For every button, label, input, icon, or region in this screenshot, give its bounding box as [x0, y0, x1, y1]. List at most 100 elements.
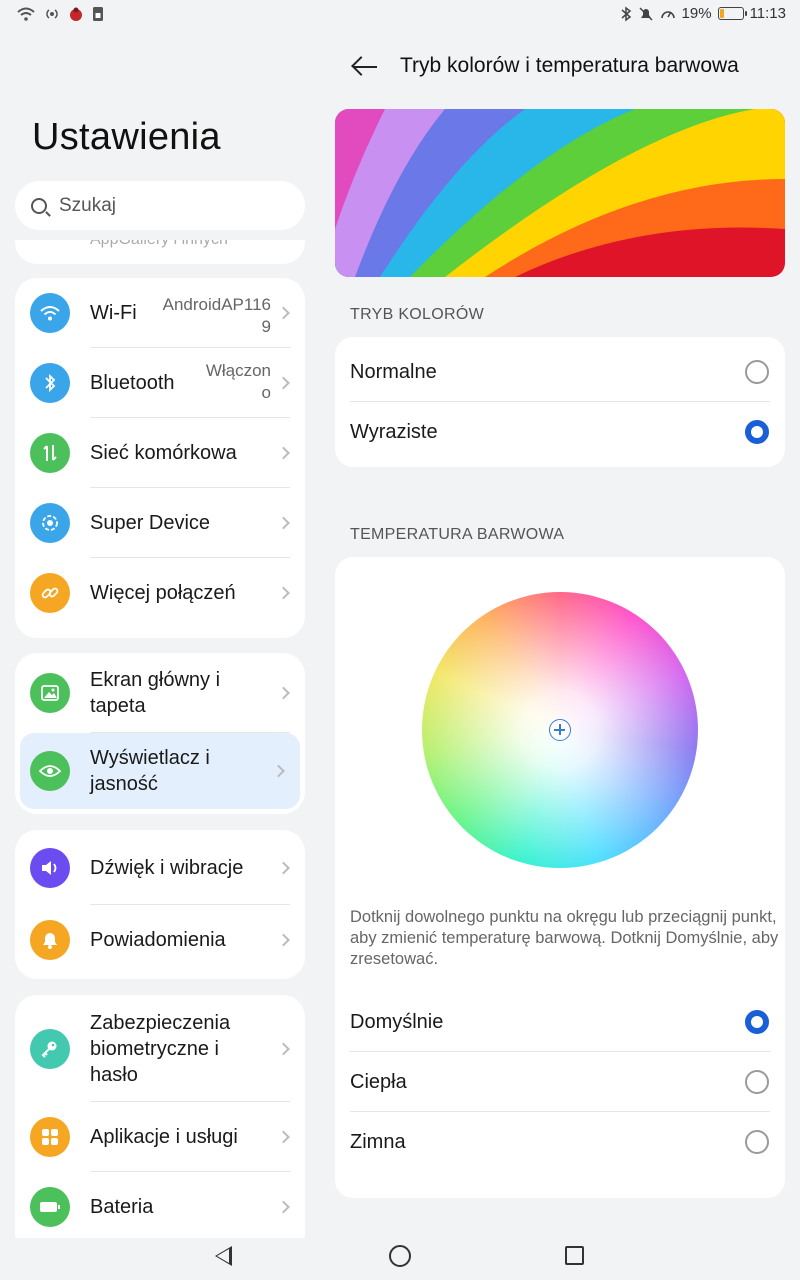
- settings-group-connectivity: Wi-Fi AndroidAP116 9 Bluetooth Włączon o S…: [15, 278, 305, 638]
- sidebar-item-label: Więcej połączeń: [90, 582, 236, 604]
- sidebar-item-mobile-network[interactable]: Sieć komórkowa: [15, 418, 305, 488]
- battery-icon: [30, 1187, 70, 1227]
- color-temperature-wheel[interactable]: [422, 592, 698, 868]
- sidebar-item-label: Dźwięk i wibracje: [90, 856, 244, 879]
- sidebar-item-sound[interactable]: Dźwięk i wibracje: [15, 830, 305, 905]
- list-item-partial[interactable]: AppGallery i innych: [15, 240, 305, 264]
- sidebar-item-label: Ekran główny i tapeta: [90, 667, 220, 719]
- navigation-bar: [0, 1238, 800, 1280]
- clock: 11:13: [749, 5, 786, 22]
- hotspot-icon: [46, 9, 58, 19]
- label-line: hasło: [90, 1063, 138, 1086]
- chevron-right-icon: [277, 446, 290, 460]
- settings-group-sound: Dźwięk i wibracje Powiadomienia: [15, 830, 305, 979]
- nav-recents-icon[interactable]: [565, 1246, 584, 1265]
- nav-home-icon[interactable]: [389, 1245, 411, 1267]
- color-mode-card: Normalne Wyraziste: [335, 337, 785, 467]
- search-icon: [31, 197, 47, 214]
- option-normal[interactable]: Normalne: [335, 342, 785, 402]
- label-line: Ekran główny i: [90, 669, 221, 691]
- page-title: Tryb kolorów i temperatura barwowa: [400, 54, 739, 77]
- page-title: Ustawienia: [32, 116, 221, 158]
- settings-group-security: Zabezpieczenia biometryczne i hasło Aplika…: [15, 995, 305, 1238]
- bluetooth-icon: [30, 363, 70, 403]
- mute-icon: [639, 6, 653, 21]
- detail-panel: Tryb kolorów i temperatura barwowa TRYB …: [320, 32, 800, 1238]
- back-button[interactable]: [350, 52, 380, 82]
- section-header-color-mode: TRYB KOLORÓW: [350, 306, 484, 323]
- sidebar-item-display-brightness[interactable]: Wyświetlacz i jasność: [20, 733, 300, 809]
- battery-percent: 19%: [681, 5, 712, 22]
- mobile-data-icon: [30, 433, 70, 473]
- chevron-right-icon: [277, 516, 290, 530]
- sidebar-item-notifications[interactable]: Powiadomienia: [15, 905, 305, 975]
- battery-icon: [717, 7, 747, 20]
- sidebar-item-super-device[interactable]: Super Device: [15, 488, 305, 558]
- chevron-right-icon: [277, 861, 290, 874]
- sidebar-item-label: Bluetooth: [90, 372, 175, 394]
- label-line: jasność: [90, 773, 158, 795]
- chevron-right-icon: [277, 1042, 290, 1055]
- settings-panel: Ustawienia Szukaj AppGallery i innych Wi…: [0, 32, 320, 1238]
- option-cool[interactable]: Zimna: [335, 1112, 785, 1172]
- radio-default[interactable]: [745, 1010, 769, 1034]
- sidebar-item-biometrics[interactable]: Zabezpieczenia biometryczne i hasło: [15, 995, 305, 1102]
- option-label: Normalne: [350, 360, 437, 383]
- label-line: biometryczne i: [90, 1037, 219, 1060]
- bluetooth-status-value: Włączon o: [206, 360, 271, 404]
- radio-warm[interactable]: [745, 1070, 769, 1094]
- option-default[interactable]: Domyślnie: [335, 992, 785, 1052]
- chevron-right-icon: [277, 1200, 290, 1214]
- settings-group-display: Ekran główny i tapeta Wyświetlacz i jasnoś…: [15, 653, 305, 814]
- crosshair-icon[interactable]: [549, 719, 571, 741]
- sidebar-item-bluetooth[interactable]: Bluetooth Włączon o: [15, 348, 305, 418]
- sidebar-item-wifi[interactable]: Wi-Fi AndroidAP116 9: [15, 278, 305, 348]
- label-line: Zabezpieczenia: [90, 1011, 231, 1034]
- wifi-icon: [30, 293, 70, 333]
- wifi-icon: [17, 7, 35, 21]
- sidebar-item-apps[interactable]: Aplikacje i usługi: [15, 1102, 305, 1172]
- sidebar-item-label: Aplikacje i usługi: [90, 1126, 238, 1148]
- bell-icon: [30, 920, 70, 960]
- chevron-right-icon: [277, 376, 290, 390]
- chevron-right-icon: [272, 764, 285, 778]
- volume-icon: [30, 847, 70, 888]
- chevron-right-icon: [277, 1130, 290, 1144]
- key-icon: [30, 1028, 70, 1069]
- super-device-icon: [30, 503, 70, 543]
- value-line: 9: [261, 317, 271, 336]
- sidebar-item-home-screen[interactable]: Ekran główny i tapeta: [15, 653, 305, 733]
- bluetooth-icon: [621, 6, 631, 21]
- search-placeholder: Szukaj: [59, 194, 117, 216]
- option-label: Zimna: [350, 1130, 406, 1153]
- sidebar-item-label: Super Device: [90, 512, 211, 534]
- image-icon: [30, 673, 70, 713]
- option-vivid[interactable]: Wyraziste: [335, 402, 785, 462]
- radio-vivid[interactable]: [745, 420, 769, 444]
- option-warm[interactable]: Ciepła: [335, 1052, 785, 1112]
- radio-cool[interactable]: [745, 1130, 769, 1154]
- nav-back-icon[interactable]: [215, 1246, 232, 1266]
- status-icons-right: 19% 11:13: [620, 5, 786, 22]
- color-preview-banner: [335, 109, 785, 277]
- option-label: Ciepła: [350, 1070, 407, 1093]
- speed-icon: [660, 10, 675, 18]
- label-line: Wyświetlacz i: [90, 747, 210, 769]
- radio-normal[interactable]: [745, 360, 769, 384]
- status-bar: 19% 11:13: [0, 0, 800, 32]
- temperature-hint: Dotknij dowolnego punktu na okręgu lub p…: [350, 908, 779, 968]
- partial-item-label: AppGallery i innych: [90, 240, 228, 249]
- apps-icon: [30, 1117, 70, 1157]
- link-icon: [30, 573, 70, 613]
- value-line: o: [261, 383, 271, 402]
- sidebar-item-more-connections[interactable]: Więcej połączeń: [15, 558, 305, 628]
- label-line: tapeta: [90, 695, 146, 717]
- bug-icon: [70, 7, 82, 21]
- search-input[interactable]: Szukaj: [15, 181, 305, 230]
- sidebar-item-label: Powiadomienia: [90, 929, 226, 951]
- back-arrow-head: [351, 56, 371, 76]
- status-icons-left: [16, 6, 104, 22]
- sidebar-item-label: Bateria: [90, 1196, 154, 1218]
- eye-icon: [30, 751, 70, 791]
- sidebar-item-battery[interactable]: Bateria: [15, 1172, 305, 1238]
